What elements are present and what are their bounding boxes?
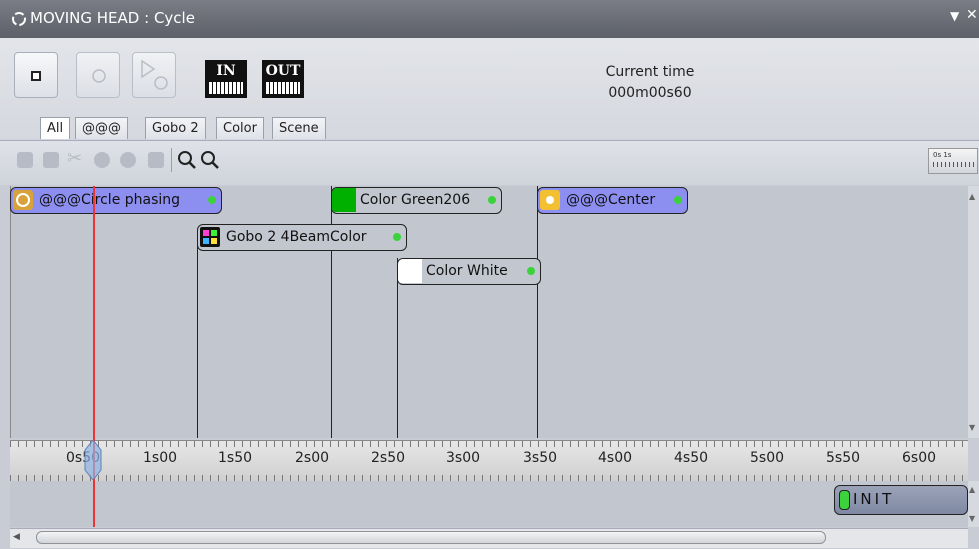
color-swatch-icon [398,259,422,283]
piano-keys-icon [266,82,300,94]
clip-label: Color Green206 [360,192,471,208]
out-point-button[interactable]: OUT [262,60,304,98]
ruler-label: 1s00 [143,450,178,466]
stop-icon [31,71,41,81]
in-point-button[interactable]: IN [205,60,247,98]
tab-at-at-at[interactable]: @@@ [75,117,128,139]
close-icon[interactable]: ✕ [966,7,978,23]
ruler-label: 2s00 [295,450,330,466]
zoom-scale-text: 0s 1s [933,151,952,159]
ruler-label: 3s50 [523,450,558,466]
stop-button[interactable] [14,52,58,98]
clip-label: Gobo 2 4BeamColor [226,229,367,245]
tracks-vertical-scrollbar[interactable]: ▲ ▼ [968,186,979,438]
record-icon [92,69,106,83]
play-record-button[interactable] [132,52,176,98]
current-time-value: 000m00s60 [608,85,692,101]
clip-start-marker [537,186,538,438]
scroll-down-icon[interactable]: ▼ [969,423,975,432]
tab-scene[interactable]: Scene [272,117,326,139]
current-time-label: Current time [605,64,695,80]
clip-label: Color White [426,263,508,279]
color-swatch-icon [332,188,356,212]
current-time-display: Current time 000m00s60 [560,62,740,104]
active-dot-icon [674,196,682,204]
cut-icon[interactable]: ✂ [67,148,82,169]
edit-toolbar [0,140,979,185]
active-dot-icon [393,233,401,241]
in-label: IN [216,63,236,79]
timeline-tracks[interactable] [10,186,969,438]
copy-icon[interactable] [17,152,33,168]
window-title: MOVING HEAD : Cycle [30,9,195,27]
scroll-left-icon[interactable]: ◀ [13,532,20,542]
clip-color-white[interactable]: Color White [397,258,541,285]
clear-icon[interactable] [120,152,136,168]
piano-keys-icon [209,82,243,94]
zoom-scale-widget[interactable]: 0s 1s [928,148,978,174]
tab-gobo-2[interactable]: Gobo 2 [145,117,206,139]
save-icon[interactable] [148,152,164,168]
init-label: INIT [853,490,895,508]
ruler-label: 3s00 [446,450,481,466]
ruler-label: 2s50 [371,450,406,466]
horizontal-scroll-thumb[interactable] [36,531,826,544]
clip-label: @@@Circle phasing [39,192,181,208]
clip-circle-phasing[interactable]: @@@Circle phasing [10,187,222,214]
scroll-down-icon[interactable]: ▼ [969,514,975,523]
record-button[interactable] [76,52,120,98]
ruler-label: 4s00 [598,450,633,466]
zoom-out-icon[interactable] [200,150,220,170]
clip-init[interactable]: INIT [834,485,968,515]
zoom-in-icon[interactable] [177,150,197,170]
play-record-icon [141,59,168,90]
ruler-label: 4s50 [674,450,709,466]
scene-lane[interactable] [10,481,968,527]
clip-start-marker [397,258,398,438]
init-marker-icon [839,490,850,510]
clip-label: @@@Center [566,192,656,208]
clip-color-green206[interactable]: Color Green206 [331,187,502,214]
scroll-up-icon[interactable]: ▲ [969,192,975,201]
window-titlebar: MOVING HEAD : Cycle ▼ ✕ [0,0,979,38]
out-label: OUT [265,63,301,79]
circle-phasing-icon [13,190,33,210]
toolbar-divider [171,148,172,172]
active-dot-icon [488,196,496,204]
center-icon [540,190,560,210]
gobo-icon [200,227,220,247]
ruler-label: 6s00 [902,450,937,466]
tab-all[interactable]: All [40,117,71,139]
tab-color[interactable]: Color [216,117,264,139]
clip-gobo-4beamcolor[interactable]: Gobo 2 4BeamColor [197,224,407,251]
active-dot-icon [208,196,216,204]
delete-icon[interactable] [94,152,110,168]
scroll-up-icon[interactable]: ▲ [969,485,975,494]
ruler-label: 5s00 [750,450,785,466]
active-dot-icon [527,267,535,275]
ruler-label: 1s50 [218,450,253,466]
ruler-label: 5s50 [826,450,861,466]
cycle-icon [12,12,26,26]
lane-vertical-scrollbar[interactable]: ▲ ▼ [968,481,979,527]
clip-start-marker [197,240,198,438]
playhead-handle[interactable] [83,440,103,480]
paste-icon[interactable] [43,152,59,168]
clip-center[interactable]: @@@Center [537,187,688,214]
window-menu-dropdown-icon[interactable]: ▼ [950,9,959,23]
